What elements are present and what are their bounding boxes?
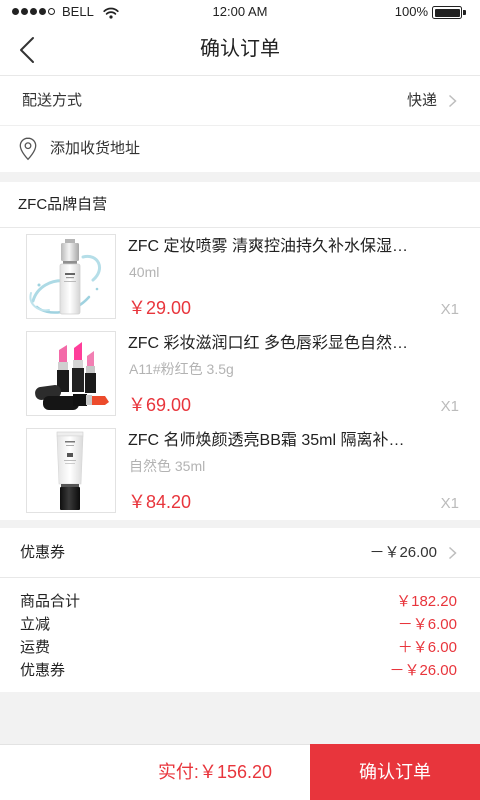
checkout-bar: 实付:￥156.20 确认订单 xyxy=(0,744,480,800)
coupon-row[interactable]: 优惠券 －￥26.00 xyxy=(0,528,480,578)
signal-strength-indicator xyxy=(12,8,57,16)
status-time: 12:00 AM xyxy=(212,4,268,19)
page-title: 确认订单 xyxy=(200,38,280,60)
battery-icon xyxy=(432,6,466,19)
carrier-name: BELL xyxy=(62,4,94,19)
product-quantity: X1 xyxy=(440,398,459,415)
back-arrow-icon xyxy=(20,37,34,63)
product-image xyxy=(26,234,116,319)
chevron-right-icon xyxy=(448,94,457,108)
summary-value: ￥182.20 xyxy=(396,593,457,610)
signal-dot xyxy=(21,8,28,15)
product-image xyxy=(26,428,116,513)
summary-row-discount: 立减 －￥6.00 xyxy=(20,613,457,636)
battery-level-fill xyxy=(434,8,460,17)
summary-label: 立减 xyxy=(20,616,51,633)
spray-bottle-image xyxy=(29,239,101,315)
product-title: ZFC 定妆喷雾 清爽控油持久补水保湿… xyxy=(128,238,408,255)
signal-dot xyxy=(48,8,55,15)
delivery-method-row[interactable]: 配送方式 快递 xyxy=(0,76,480,126)
summary-row-shipping: 运费 ＋￥6.00 xyxy=(20,636,457,659)
summary-value: －￥26.00 xyxy=(389,662,457,679)
order-summary: 商品合计 ￥182.20 立减 －￥6.00 运费 ＋￥6.00 优惠券 －￥2… xyxy=(0,578,480,692)
summary-row-coupon: 优惠券 －￥26.00 xyxy=(20,659,457,682)
signal-dot xyxy=(39,8,46,15)
product-title: ZFC 彩妆滋润口红 多色唇彩显色自然… xyxy=(128,335,408,352)
summary-row-subtotal: 商品合计 ￥182.20 xyxy=(20,590,457,613)
total-payable: 实付:￥156.20 xyxy=(157,762,272,782)
product-spec: 40ml xyxy=(129,264,160,280)
lipstick-set-image xyxy=(35,342,109,410)
confirm-order-button[interactable]: 确认订单 xyxy=(310,744,480,800)
product-title: ZFC 名师焕颜透亮BB霜 35ml 隔离补… xyxy=(128,432,405,449)
product-item[interactable]: ZFC 名师焕颜透亮BB霜 35ml 隔离补… 自然色 35ml ￥84.20 … xyxy=(0,422,480,519)
product-image xyxy=(26,331,116,416)
store-name: ZFC品牌自营 xyxy=(18,196,108,213)
delivery-method-label: 配送方式 xyxy=(22,92,83,109)
summary-label: 商品合计 xyxy=(20,593,81,610)
store-header: ZFC品牌自营 xyxy=(0,182,480,228)
product-quantity: X1 xyxy=(440,495,459,512)
product-list: ZFC 定妆喷雾 清爽控油持久补水保湿… 40ml ￥29.00 X1 ZFC … xyxy=(0,228,480,520)
summary-value: ＋￥6.00 xyxy=(397,639,457,656)
summary-label: 优惠券 xyxy=(20,662,66,679)
summary-label: 运费 xyxy=(20,639,51,656)
signal-dot xyxy=(30,8,37,15)
product-spec: A11#粉红色 3.5g xyxy=(129,361,234,377)
summary-value: －￥6.00 xyxy=(397,616,457,633)
coupon-value: －￥26.00 xyxy=(369,544,437,561)
wifi-icon xyxy=(103,6,119,19)
battery-percent: 100% xyxy=(394,4,428,19)
status-bar: BELL 12:00 AM 100% xyxy=(0,0,480,24)
product-price: ￥84.20 xyxy=(128,492,192,512)
back-button[interactable] xyxy=(8,24,48,75)
coupon-label: 优惠券 xyxy=(20,544,66,561)
signal-dot xyxy=(12,8,19,15)
bb-cream-tube-image xyxy=(56,431,84,510)
chevron-right-icon xyxy=(448,546,457,560)
delivery-method-value: 快递 xyxy=(406,92,437,109)
product-spec: 自然色 35ml xyxy=(129,458,206,474)
nav-bar: 确认订单 xyxy=(0,24,480,76)
product-price: ￥69.00 xyxy=(128,395,192,415)
product-item[interactable]: ZFC 彩妆滋润口红 多色唇彩显色自然… A11#粉红色 3.5g ￥69.00… xyxy=(0,325,480,422)
product-item[interactable]: ZFC 定妆喷雾 清爽控油持久补水保湿… 40ml ￥29.00 X1 xyxy=(0,228,480,325)
product-price: ￥29.00 xyxy=(128,298,192,318)
add-address-label: 添加收货地址 xyxy=(50,140,141,157)
add-address-row[interactable]: 添加收货地址 xyxy=(0,126,480,172)
location-pin-icon xyxy=(19,137,37,161)
product-quantity: X1 xyxy=(440,301,459,318)
